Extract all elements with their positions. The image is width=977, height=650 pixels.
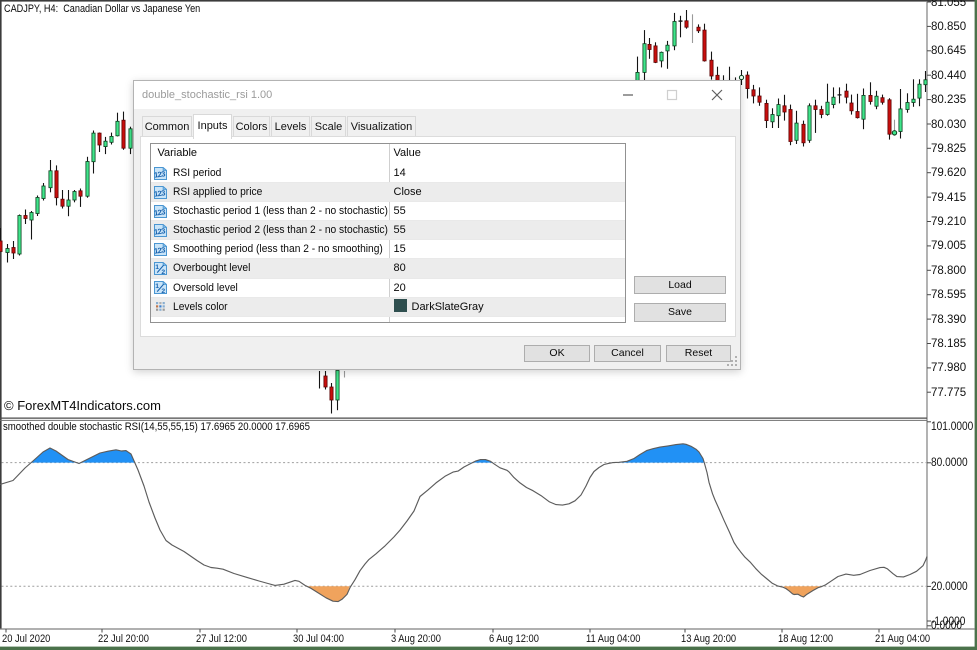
svg-text:123: 123: [154, 207, 166, 217]
svg-text:123: 123: [154, 245, 166, 255]
svg-text:2: 2: [161, 269, 165, 275]
svg-text:2: 2: [161, 288, 165, 294]
svg-text:123: 123: [154, 226, 166, 236]
svg-text:123: 123: [154, 169, 166, 179]
svg-text:123: 123: [154, 188, 166, 198]
